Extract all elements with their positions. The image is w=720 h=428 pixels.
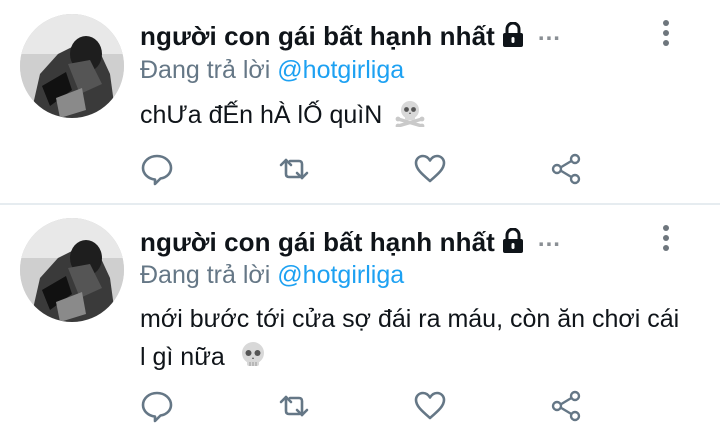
avatar-photo [20, 14, 124, 118]
reply-icon [141, 154, 173, 186]
share-icon [551, 153, 581, 185]
lock-icon [502, 228, 523, 253]
heart-icon [414, 154, 446, 183]
tweet-text-content: chƯa đẾn hÀ lỐ quìN [140, 101, 383, 129]
reply-mention-link[interactable]: @hotgirliga [277, 56, 404, 84]
share-button[interactable] [546, 149, 586, 189]
more-options-icon[interactable] [658, 18, 674, 48]
author-name[interactable]: người con gái bất hạnh nhất [140, 227, 495, 258]
retweet-button[interactable] [274, 149, 314, 189]
avatar-photo [20, 218, 124, 322]
truncation-dots: ... [537, 19, 561, 46]
reply-button[interactable] [137, 149, 177, 189]
tweet-text: mới bước tới cửa sợ đái ra máu, còn ăn c… [140, 300, 680, 376]
reply-context: Đang trả lời @hotgirliga [140, 261, 404, 290]
retweet-button[interactable] [274, 386, 314, 426]
more-options-icon[interactable] [658, 223, 674, 253]
skull-icon [241, 342, 264, 366]
share-button[interactable] [546, 386, 586, 426]
reply-mention-link[interactable]: @hotgirliga [277, 261, 404, 289]
heart-icon [414, 391, 446, 420]
avatar[interactable] [20, 218, 124, 322]
reply-prefix: Đang trả lời [140, 56, 271, 84]
share-icon [551, 390, 581, 422]
truncation-dots: ... [537, 225, 561, 252]
reply-prefix: Đang trả lời [140, 261, 271, 289]
avatar[interactable] [20, 14, 124, 118]
like-button[interactable] [410, 386, 450, 426]
tweet-actions [0, 149, 720, 189]
tweet-text: chƯa đẾn hÀ lỐ quìN [140, 96, 680, 134]
reply-context: Đang trả lời @hotgirliga [140, 56, 404, 85]
lock-icon [502, 22, 523, 47]
tweet-actions [0, 386, 720, 426]
like-button[interactable] [410, 149, 450, 189]
skull-and-crossbones-icon [395, 101, 425, 127]
reply-button[interactable] [137, 386, 177, 426]
tweet[interactable]: người con gái bất hạnh nhất ... Đang trả… [0, 205, 720, 428]
retweet-icon [279, 158, 309, 180]
reply-icon [141, 391, 173, 423]
tweet-text-content: mới bước tới cửa sợ đái ra máu, còn ăn c… [140, 305, 680, 371]
retweet-icon [279, 395, 309, 417]
tweet[interactable]: người con gái bất hạnh nhất ... Đang trả… [0, 0, 720, 205]
author-name[interactable]: người con gái bất hạnh nhất [140, 21, 495, 52]
